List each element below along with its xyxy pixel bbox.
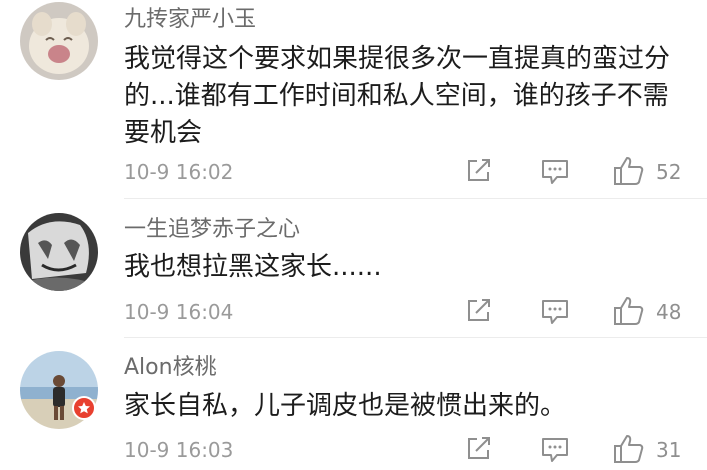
- username[interactable]: 一生追梦赤子之心: [124, 216, 300, 244]
- avatar[interactable]: [20, 213, 98, 291]
- comment-icon[interactable]: [541, 299, 569, 325]
- comment-icon[interactable]: [541, 159, 569, 185]
- like-count: 48: [656, 300, 682, 324]
- avatar[interactable]: [20, 2, 98, 80]
- divider: [124, 198, 707, 199]
- comment-text: 我也想拉黑这家长......: [124, 252, 382, 282]
- like-count: 31: [656, 438, 682, 462]
- username[interactable]: 九抟家严小玉: [124, 6, 256, 34]
- timestamp: 10-9 16:02: [124, 160, 234, 184]
- timestamp: 10-9 16:04: [124, 300, 234, 324]
- verified-badge-icon: [72, 396, 96, 420]
- thumbs-up-icon[interactable]: [613, 156, 645, 186]
- thumbs-up-icon[interactable]: [613, 434, 645, 464]
- divider: [124, 337, 707, 338]
- comment-icon[interactable]: [541, 437, 569, 463]
- like-count: 52: [656, 160, 682, 184]
- share-icon[interactable]: [466, 299, 492, 323]
- share-icon[interactable]: [466, 159, 492, 183]
- comment-text: 我觉得这个要求如果提很多次一直提真的蛮过分的...谁都有工作时间和私人空间，谁的…: [124, 44, 671, 148]
- share-icon[interactable]: [466, 437, 492, 461]
- comment-text: 家长自私，儿子调皮也是被惯出来的。: [124, 391, 567, 421]
- thumbs-up-icon[interactable]: [613, 296, 645, 326]
- timestamp: 10-9 16:03: [124, 438, 234, 462]
- username[interactable]: Alon核桃: [124, 354, 217, 382]
